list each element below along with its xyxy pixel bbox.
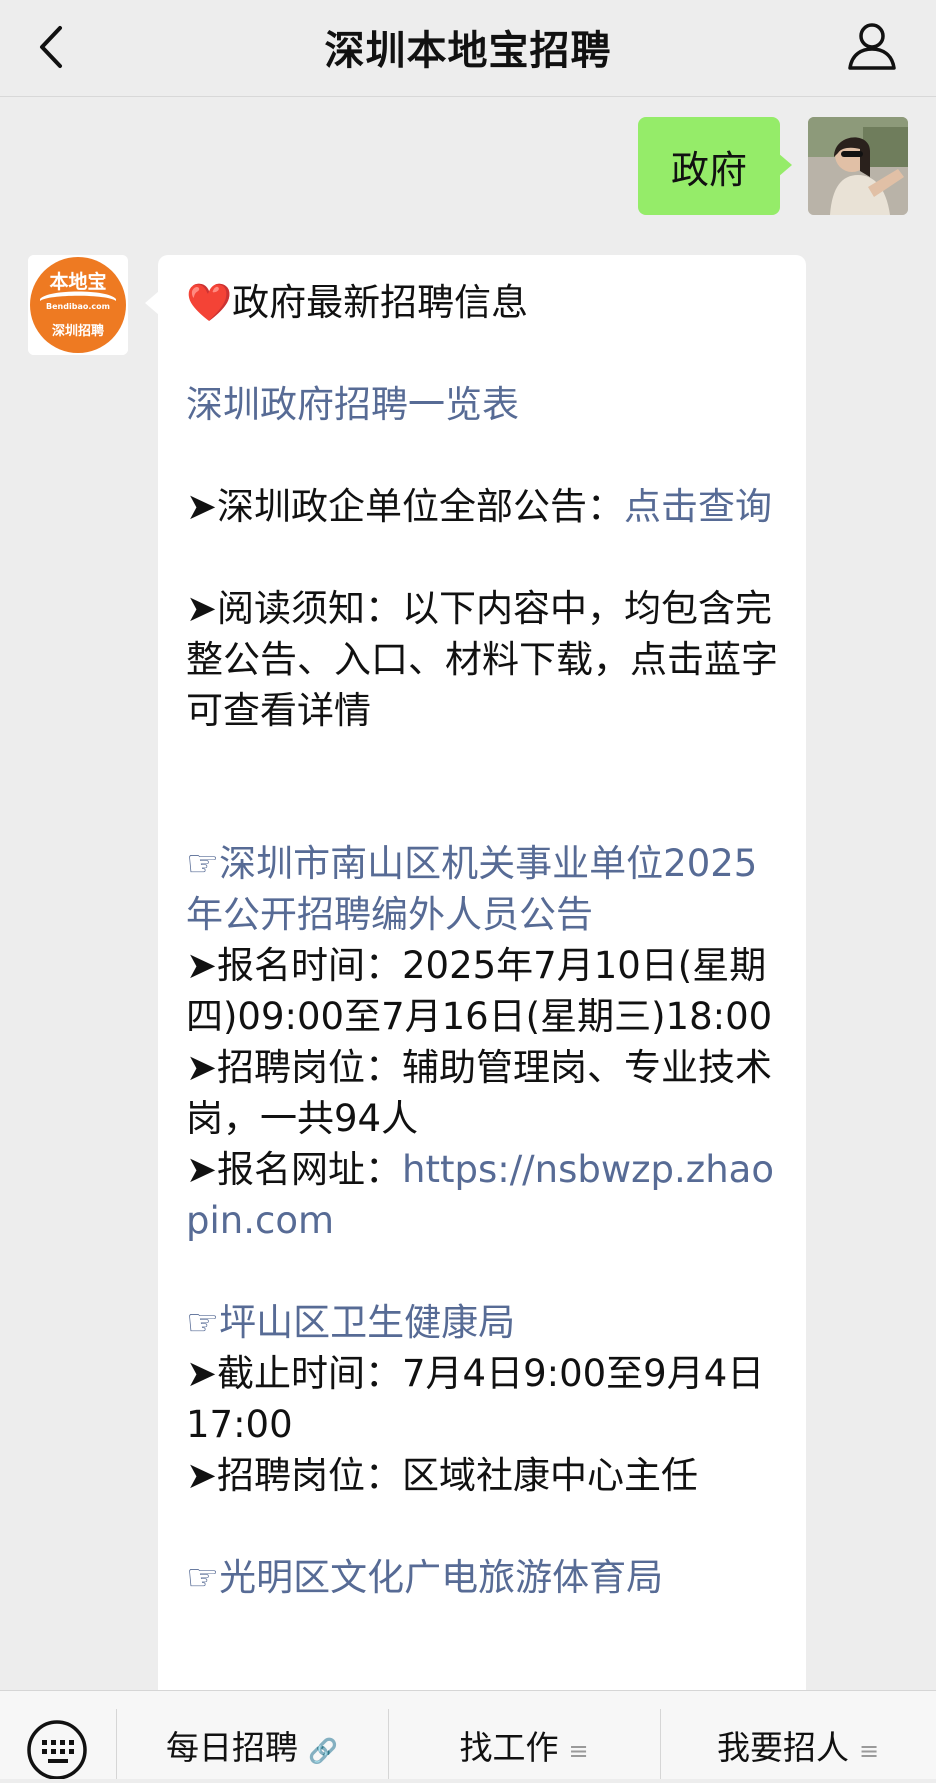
user-photo bbox=[808, 117, 908, 215]
svg-text:本地宝: 本地宝 bbox=[49, 270, 106, 293]
menu-lines-icon: ≡ bbox=[568, 1737, 589, 1765]
job-link-nanshan[interactable]: 深圳市南山区机关事业单位2025年公开招聘编外人员公告 bbox=[186, 842, 757, 936]
heart-icon: ❤️ bbox=[186, 281, 233, 324]
svg-text:深圳招聘: 深圳招聘 bbox=[52, 323, 104, 339]
menu-label: 我要招人 bbox=[716, 1728, 849, 1767]
svg-text:Bendibao.com: Bendibao.com bbox=[46, 302, 110, 311]
job-positions: ➤招聘岗位：辅助管理岗、专业技术岗，一共94人 bbox=[186, 1046, 773, 1140]
heading-text: 政府最新招聘信息 bbox=[232, 281, 529, 324]
job-link-guangming[interactable]: 光明区文化广电旅游体育局 bbox=[219, 1556, 663, 1599]
job-url-line: ➤报名网址：https://nsbwzp.zhaopin.com bbox=[186, 1144, 786, 1246]
menu-lines-icon: ≡ bbox=[858, 1737, 880, 1765]
job-title-line: ☞深圳市南山区机关事业单位2025年公开招聘编外人员公告 bbox=[186, 838, 786, 940]
notice-line: ➤深圳政企单位全部公告：点击查询 bbox=[186, 481, 786, 532]
page-title: 深圳本地宝招聘 bbox=[324, 28, 612, 74]
reading-notice: ➤阅读须知：以下内容中，均包含完整公告、入口、材料下载，点击蓝字可查看详情 bbox=[186, 587, 778, 732]
job-title-line: ☞坪山区卫生健康局 bbox=[186, 1297, 786, 1348]
pointing-hand-icon: ☞ bbox=[186, 1556, 220, 1599]
top-nav-bar: 深圳本地宝招聘 bbox=[0, 0, 936, 97]
menu-label: 找工作 bbox=[459, 1728, 559, 1767]
person-icon bbox=[848, 23, 896, 70]
user-message-text: 政府 bbox=[670, 147, 747, 192]
bot-message-text: ❤️政府最新招聘信息 深圳政府招聘一览表 ➤深圳政企单位全部公告：点击查询 ➤阅… bbox=[186, 277, 786, 1603]
user-message-bubble[interactable]: 政府 bbox=[638, 117, 792, 215]
pointing-hand-icon: ☞ bbox=[186, 842, 220, 885]
bot-message-bubble: ❤️政府最新招聘信息 深圳政府招聘一览表 ➤深圳政企单位全部公告：点击查询 ➤阅… bbox=[145, 255, 806, 1715]
message-heading: ❤️政府最新招聘信息 bbox=[186, 277, 786, 328]
bottom-menu-bar: 每日招聘 🔗 找工作 ≡ 我要招人 ≡ bbox=[0, 1690, 936, 1780]
keyboard-toggle-button[interactable] bbox=[22, 1715, 92, 1780]
url-prefix: ➤报名网址： bbox=[186, 1148, 403, 1191]
job-link-pingshan[interactable]: 坪山区卫生健康局 bbox=[219, 1301, 515, 1344]
keyboard-icon bbox=[27, 1720, 87, 1780]
link-icon: 🔗 bbox=[308, 1737, 338, 1765]
job-time: ➤报名时间：2025年7月10日(星期四)09:00至7月16日(星期三)18:… bbox=[186, 944, 773, 1038]
notice-prefix: ➤深圳政企单位全部公告： bbox=[186, 485, 625, 528]
job-deadline: ➤截止时间：7月4日9:00至9月4日17:00 bbox=[186, 1352, 765, 1446]
bendibao-logo: 本地宝 Bendibao.com 深圳招聘 bbox=[28, 255, 128, 355]
user-avatar[interactable] bbox=[808, 117, 908, 215]
gov-recruitment-list-link[interactable]: 深圳政府招聘一览表 bbox=[186, 383, 519, 426]
menu-daily-jobs[interactable]: 每日招聘 🔗 bbox=[116, 1721, 388, 1771]
profile-button[interactable] bbox=[844, 18, 900, 74]
job-title-line: ☞光明区文化广电旅游体育局 bbox=[186, 1552, 786, 1603]
job-positions: ➤招聘岗位：区域社康中心主任 bbox=[186, 1454, 699, 1497]
official-account-avatar[interactable]: 本地宝 Bendibao.com 深圳招聘 bbox=[28, 255, 128, 355]
pointing-hand-icon: ☞ bbox=[186, 1301, 220, 1344]
query-link[interactable]: 点击查询 bbox=[624, 485, 772, 528]
menu-hire[interactable]: 我要招人 ≡ bbox=[660, 1721, 936, 1771]
menu-find-job[interactable]: 找工作 ≡ bbox=[388, 1721, 660, 1771]
menu-label: 每日招聘 bbox=[166, 1728, 299, 1767]
